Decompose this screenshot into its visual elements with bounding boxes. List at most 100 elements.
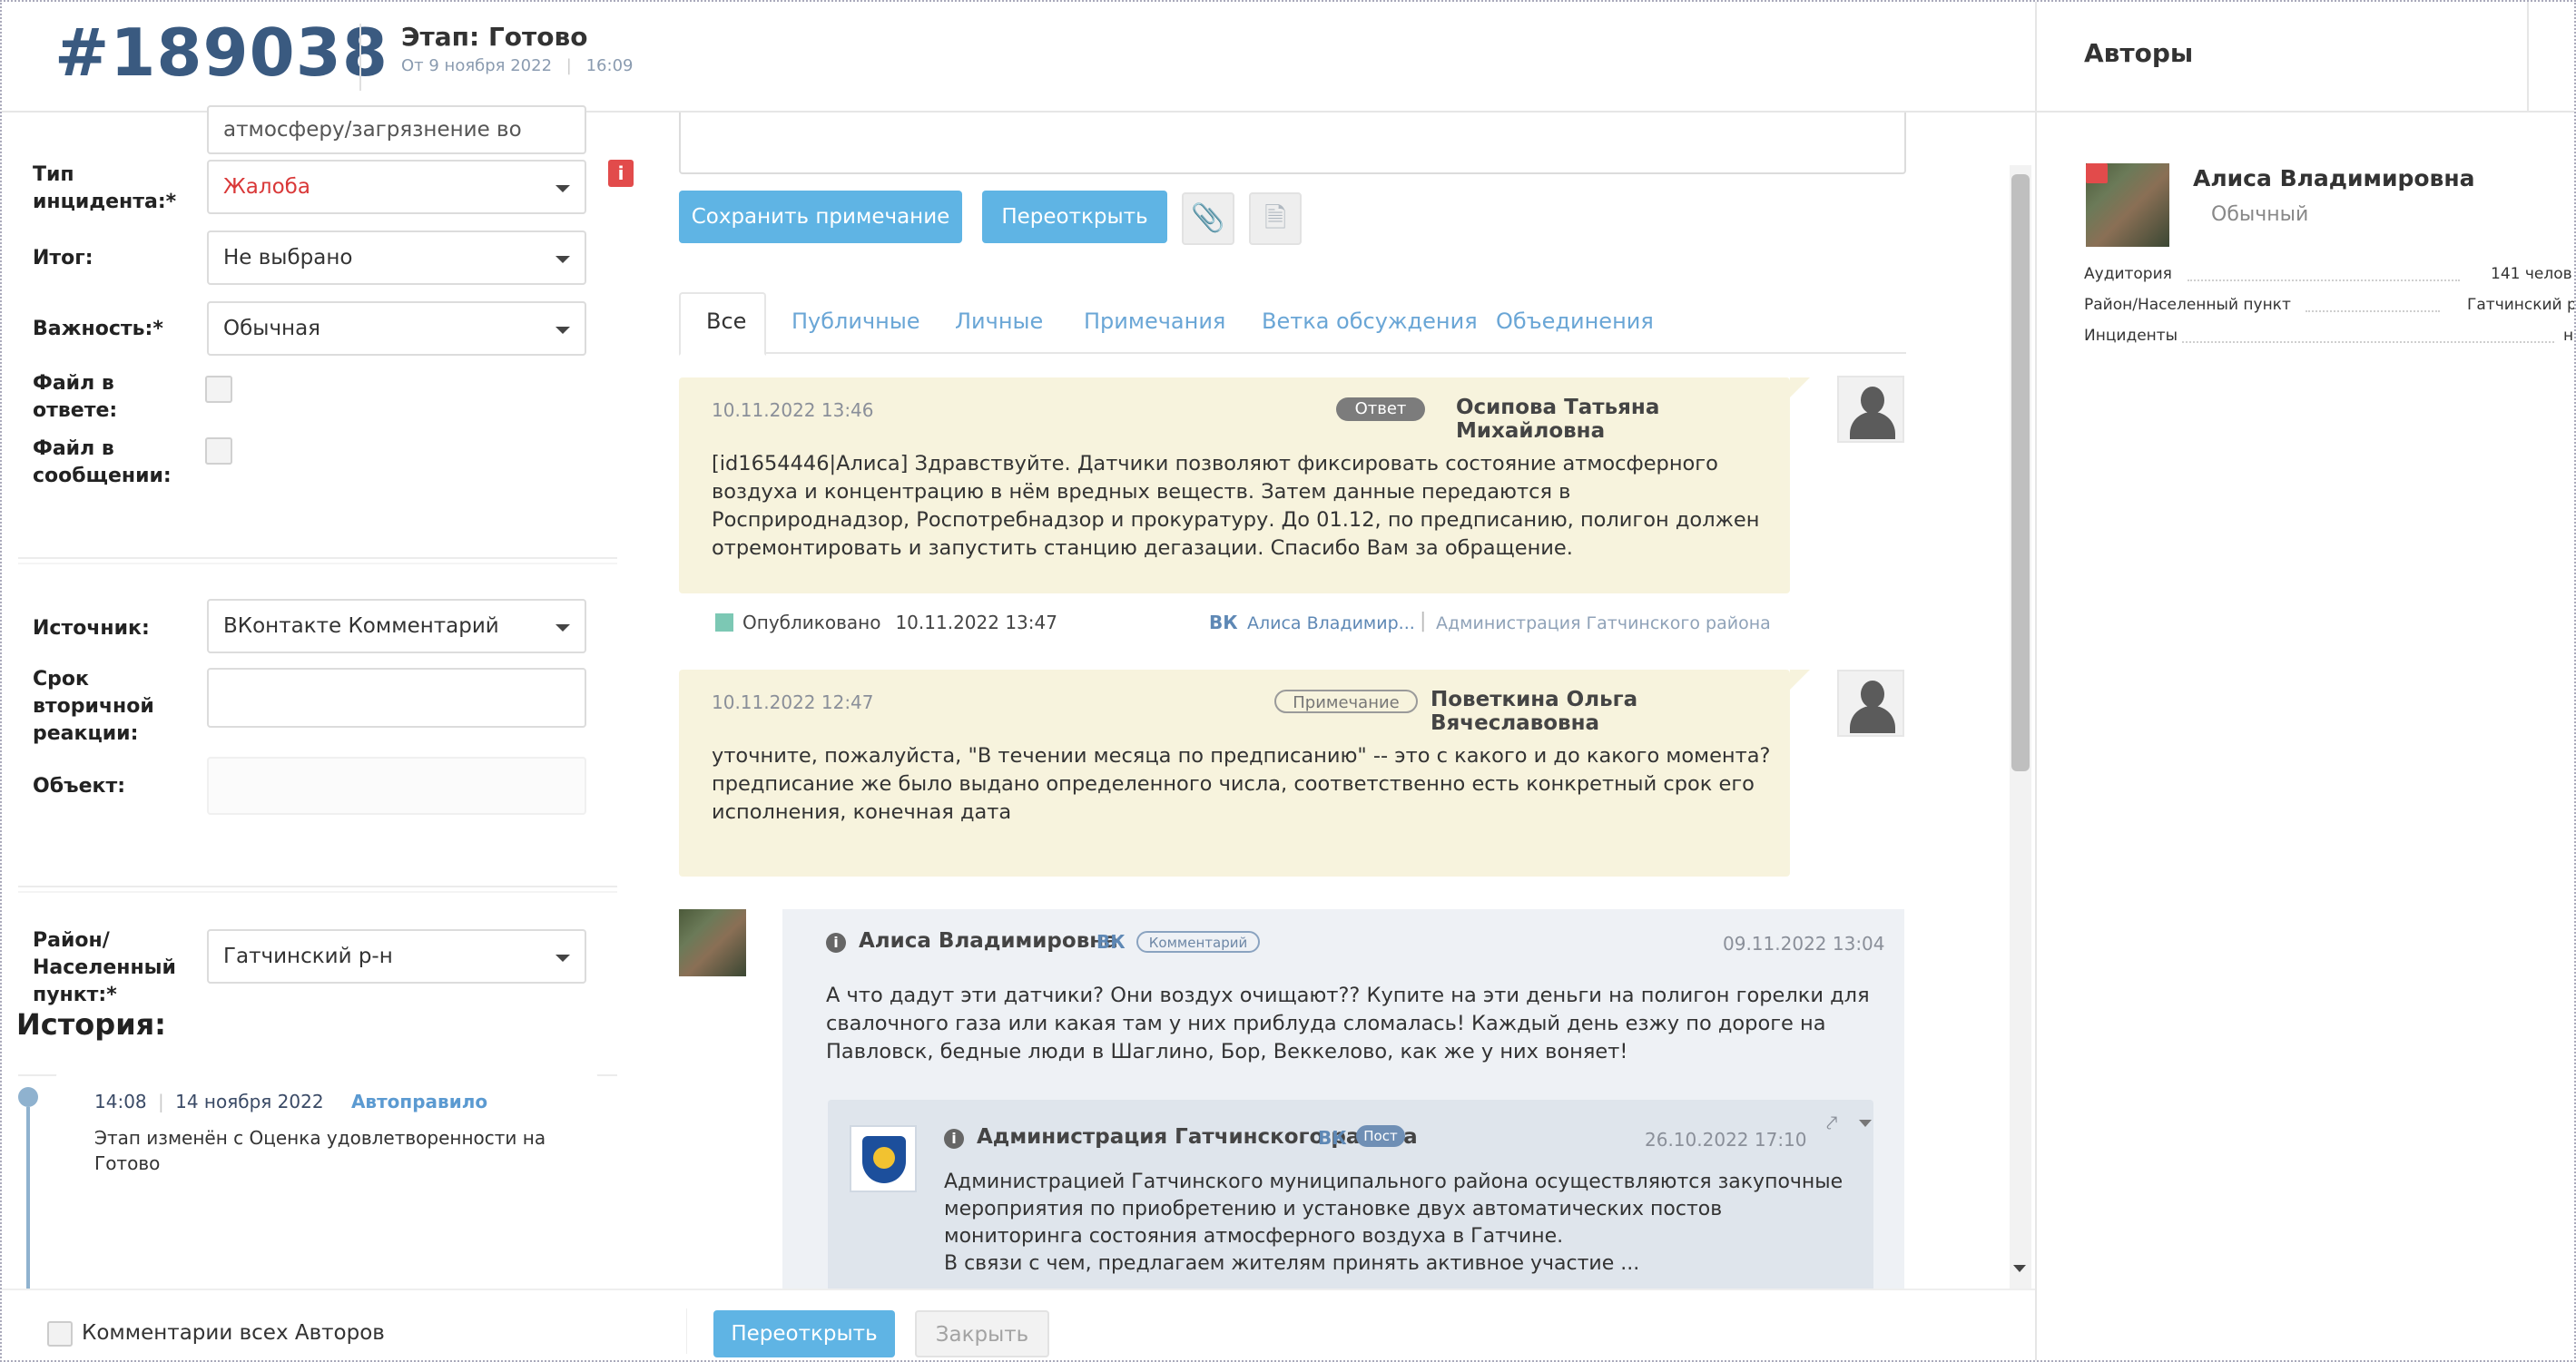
ticket-header: #189038 Этап: Готово От 9 ноября 2022 | … bbox=[2, 2, 2035, 113]
history-item-separator: | bbox=[158, 1091, 164, 1112]
comment-text: А что дадут эти датчики? Они воздух очищ… bbox=[826, 984, 1870, 1063]
secondary-deadline-input[interactable] bbox=[207, 668, 586, 728]
paperclip-icon: 📎 bbox=[1191, 202, 1225, 234]
reopen-button[interactable]: Переоткрыть bbox=[713, 1310, 895, 1357]
all-authors-label: Комментарии всех Авторов bbox=[82, 1321, 385, 1345]
history-item-actor[interactable]: Автоправило bbox=[351, 1091, 487, 1112]
post-time: 26.10.2022 17:10 bbox=[1645, 1129, 1807, 1151]
info-icon: i bbox=[944, 1129, 964, 1149]
authors-panel-header: Авторы bbox=[2037, 2, 2574, 113]
result-label: Итог: bbox=[33, 247, 93, 269]
tab-discussion-thread[interactable]: Ветка обсуждения bbox=[1262, 309, 1478, 334]
message-text: [id1654446|Алиса] Здравствуйте. Датчики … bbox=[712, 452, 1760, 560]
history-timeline-dot bbox=[18, 1087, 38, 1107]
document-icon: 🗎 bbox=[1263, 202, 1287, 234]
link-separator: | bbox=[1420, 610, 1427, 632]
author-flag-icon bbox=[2086, 163, 2108, 183]
history-item-meta: 14:08 | 14 ноября 2022 Автоправило bbox=[94, 1091, 487, 1112]
vk-author-link[interactable]: Алиса Владимир... bbox=[1247, 613, 1415, 633]
incident-type-select[interactable]: Жалоба bbox=[207, 160, 586, 214]
comment-time: 09.11.2022 13:04 bbox=[1723, 933, 1885, 955]
bottom-action-bar: Переоткрыть Закрыть bbox=[637, 1289, 2035, 1360]
published-status-icon bbox=[715, 613, 733, 632]
audience-label: Аудитория bbox=[2084, 265, 2172, 283]
source-select[interactable]: ВКонтакте Комментарий bbox=[207, 599, 586, 653]
comment-author[interactable]: Алиса Владимировна bbox=[859, 929, 1118, 953]
note-message: 10.11.2022 12:47 Примечание Поветкина Ол… bbox=[679, 670, 1790, 877]
original-comment: i Алиса Владимировна ВК Комментарий 09.1… bbox=[782, 909, 1904, 1308]
history-item-time: 14:08 bbox=[94, 1091, 147, 1112]
post-text: Администрацией Гатчинского муниципальног… bbox=[944, 1171, 1844, 1275]
chevron-down-icon[interactable] bbox=[1859, 1120, 1872, 1127]
message-text: уточните, пожалуйста, "В течении месяца … bbox=[712, 744, 1771, 824]
feed-scrollbar-thumb[interactable] bbox=[2011, 174, 2030, 771]
message-pointer bbox=[1790, 377, 1810, 397]
incidents-label: Инциденты bbox=[2084, 327, 2178, 345]
description-field[interactable]: атмосферу/загрязнение во bbox=[207, 105, 586, 154]
file-in-message-checkbox[interactable] bbox=[205, 437, 232, 465]
chevron-down-icon bbox=[556, 256, 570, 263]
tab-all[interactable]: Все bbox=[706, 309, 746, 334]
published-status-label: Опубликовано bbox=[742, 612, 881, 633]
history-item-text-line: Готово bbox=[94, 1152, 161, 1174]
coat-of-arms-emblem bbox=[873, 1147, 895, 1169]
template-button[interactable]: 🗎 bbox=[1249, 192, 1302, 245]
reopen-top-button[interactable]: Переоткрыть bbox=[982, 191, 1167, 243]
leader-dots bbox=[2188, 279, 2460, 281]
message-author: Осипова Татьяна Михайловна bbox=[1456, 396, 1660, 443]
source-label: Источник: bbox=[33, 617, 150, 640]
importance-label: Важность:* bbox=[33, 318, 163, 340]
secondary-deadline-label: Срок вторичной реакции: bbox=[33, 668, 154, 745]
tab-personal[interactable]: Личные bbox=[955, 309, 1043, 334]
importance-value: Обычная bbox=[223, 317, 321, 340]
unlink-icon[interactable]: ⤤ bbox=[1826, 1112, 1837, 1135]
vk-target-link[interactable]: Администрация Гатчинского района bbox=[1436, 613, 1771, 633]
file-in-answer-label: Файл в ответе: bbox=[33, 372, 118, 422]
district-select[interactable]: Гатчинский р-н bbox=[207, 929, 586, 984]
avatar bbox=[1837, 376, 1904, 443]
attach-button[interactable]: 📎 bbox=[1182, 192, 1234, 245]
history-title: История: bbox=[16, 1007, 166, 1042]
scroll-down-arrow-icon[interactable] bbox=[2013, 1265, 2026, 1272]
note-badge: Примечание bbox=[1274, 690, 1418, 713]
object-label: Объект: bbox=[33, 775, 125, 798]
all-authors-checkbox[interactable] bbox=[47, 1321, 73, 1347]
divider bbox=[18, 563, 617, 564]
comment-badge: Комментарий bbox=[1136, 931, 1260, 953]
author-name[interactable]: Алиса Владимировна bbox=[2193, 165, 2475, 191]
close-button[interactable]: Закрыть bbox=[915, 1310, 1049, 1357]
history-timeline-line bbox=[26, 1107, 30, 1289]
chevron-down-icon bbox=[556, 624, 570, 632]
bottom-left-bar: Комментарии всех Авторов bbox=[2, 1289, 637, 1360]
reply-badge: Ответ bbox=[1336, 397, 1425, 421]
district-value: Гатчинский р-н bbox=[223, 945, 393, 968]
message-author: Поветкина Ольга Вячеславовна bbox=[1431, 688, 1638, 735]
post-badge: Пост bbox=[1356, 1125, 1405, 1147]
divider bbox=[18, 891, 617, 893]
author-type: Обычный bbox=[2211, 203, 2309, 226]
tab-public[interactable]: Публичные bbox=[791, 309, 920, 334]
vk-icon: ВК bbox=[1318, 1127, 1347, 1149]
incidents-value: н bbox=[2563, 327, 2574, 345]
authors-panel-title: Авторы bbox=[2084, 38, 2194, 68]
importance-select[interactable]: Обычная bbox=[207, 301, 586, 356]
post-author[interactable]: Администрация Гатчинского района bbox=[977, 1125, 1418, 1149]
history-item-text-line: Этап изменён с Оценка удовлетворенности … bbox=[94, 1127, 546, 1149]
tab-notes[interactable]: Примечания bbox=[1084, 309, 1225, 334]
history-item-date: 14 ноября 2022 bbox=[175, 1091, 324, 1112]
result-select[interactable]: Не выбрано bbox=[207, 230, 586, 285]
tab-merges[interactable]: Объединения bbox=[1496, 309, 1654, 334]
stage-date-line: От 9 ноября 2022 | 16:09 bbox=[401, 56, 633, 75]
ticket-id: #189038 bbox=[54, 15, 388, 91]
audience-value: 141 челов bbox=[2491, 265, 2572, 283]
bottom-divider bbox=[686, 1308, 687, 1354]
district-label: Район/ Населенный пункт:* bbox=[33, 929, 176, 1006]
authors-panel: Авторы Алиса Владимировна Обычный Аудито… bbox=[2035, 2, 2574, 1360]
stage-title: Этап: Готово bbox=[401, 22, 588, 52]
note-textarea[interactable] bbox=[679, 113, 1906, 174]
file-in-answer-checkbox[interactable] bbox=[205, 376, 232, 403]
info-icon: i bbox=[826, 933, 846, 953]
message-time: 10.11.2022 12:47 bbox=[712, 691, 874, 713]
object-input[interactable] bbox=[207, 757, 586, 815]
save-note-button[interactable]: Сохранить примечание bbox=[679, 191, 962, 243]
